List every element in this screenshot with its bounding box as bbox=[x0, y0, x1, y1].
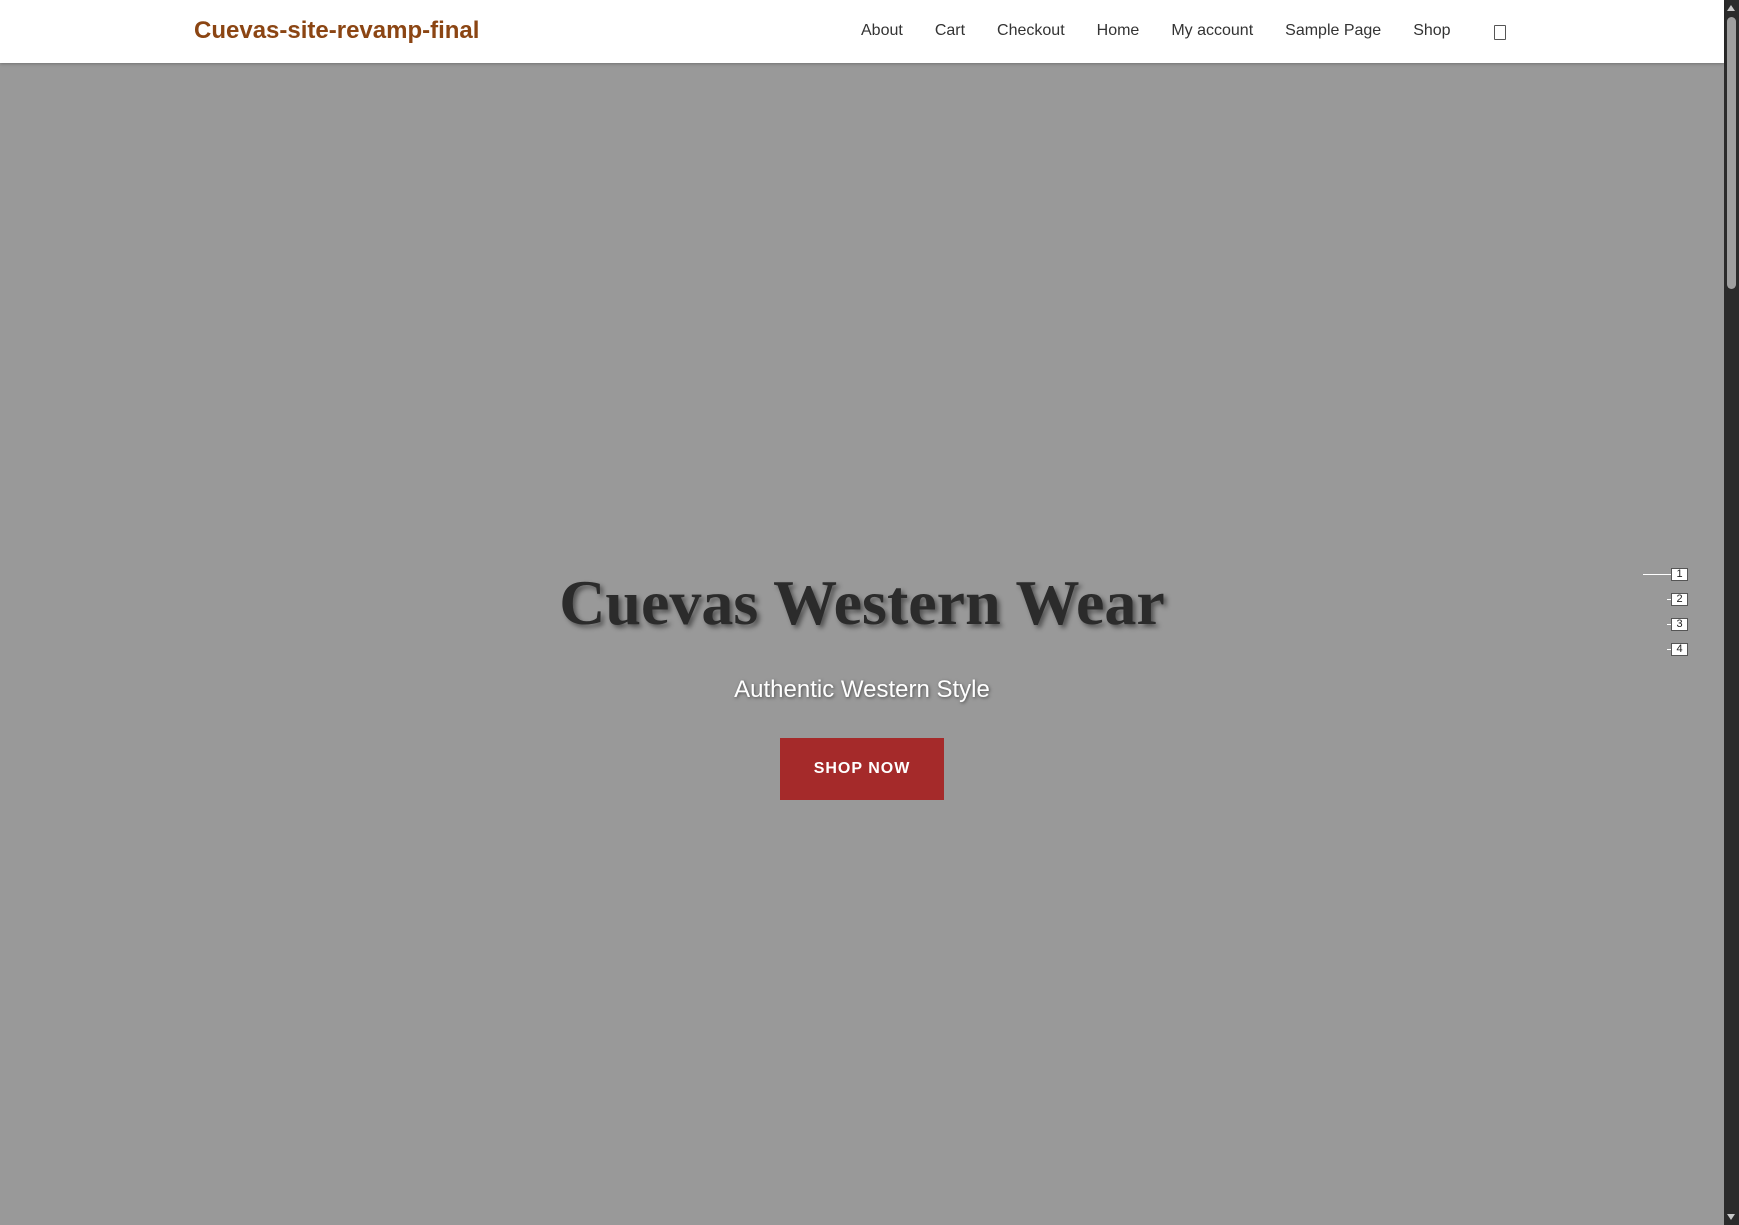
main-nav: About Cart Checkout Home My account Samp… bbox=[861, 21, 1506, 41]
slide-indicator-1[interactable]: 1 bbox=[1643, 567, 1688, 581]
vertical-scrollbar[interactable] bbox=[1724, 0, 1739, 1225]
slide-number: 4 bbox=[1671, 642, 1688, 656]
hero-content: Cuevas Western Wear Authentic Western St… bbox=[0, 565, 1724, 800]
nav-link-about[interactable]: About bbox=[861, 21, 903, 41]
slide-indicators: 1 2 3 4 bbox=[1643, 567, 1688, 667]
nav-link-home[interactable]: Home bbox=[1097, 21, 1140, 41]
hero-title: Cuevas Western Wear bbox=[559, 567, 1165, 638]
slide-number: 1 bbox=[1671, 567, 1688, 581]
shop-now-button[interactable]: SHOP NOW bbox=[780, 738, 944, 800]
slide-number: 2 bbox=[1671, 592, 1688, 606]
slide-indicator-line bbox=[1643, 573, 1671, 575]
nav-link-cart[interactable]: Cart bbox=[935, 21, 965, 41]
scroll-up-arrow-icon[interactable] bbox=[1727, 5, 1735, 11]
nav-link-shop[interactable]: Shop bbox=[1413, 21, 1450, 41]
nav-link-sample-page[interactable]: Sample Page bbox=[1285, 21, 1381, 41]
slide-indicator-2[interactable]: 2 bbox=[1643, 592, 1688, 606]
nav-link-checkout[interactable]: Checkout bbox=[997, 21, 1065, 41]
cart-icon[interactable] bbox=[1493, 24, 1506, 40]
site-header: Cuevas-site-revamp-final About Cart Chec… bbox=[0, 0, 1724, 63]
slide-number: 3 bbox=[1671, 617, 1688, 631]
scrollbar-thumb[interactable] bbox=[1727, 17, 1736, 289]
slide-indicator-3[interactable]: 3 bbox=[1643, 617, 1688, 631]
hero-section: Cuevas Western Wear Authentic Western St… bbox=[0, 63, 1724, 1225]
nav-link-my-account[interactable]: My account bbox=[1171, 21, 1253, 41]
scroll-down-arrow-icon[interactable] bbox=[1727, 1214, 1735, 1220]
slide-indicator-4[interactable]: 4 bbox=[1643, 642, 1688, 656]
hero-subtitle: Authentic Western Style bbox=[734, 676, 990, 703]
page: Cuevas-site-revamp-final About Cart Chec… bbox=[0, 0, 1724, 1225]
site-title-link[interactable]: Cuevas-site-revamp-final bbox=[194, 17, 479, 45]
